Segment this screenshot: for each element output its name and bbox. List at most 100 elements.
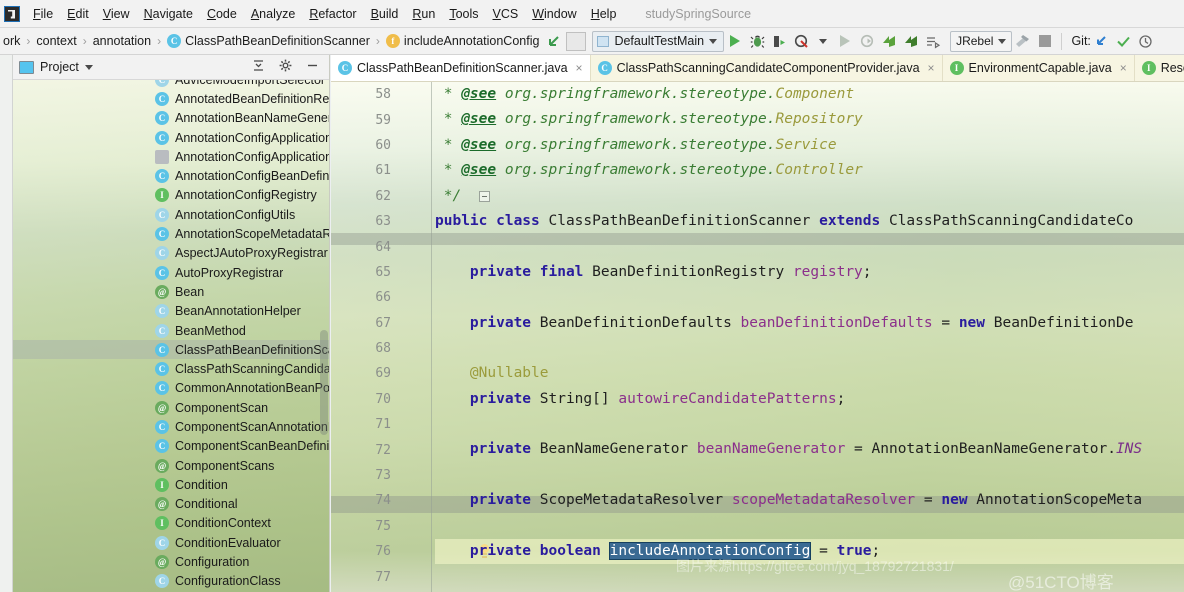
menu-item-refactor[interactable]: Refactor — [302, 3, 363, 25]
menu-item-tools[interactable]: Tools — [442, 3, 485, 25]
menu-item-file[interactable]: File — [26, 3, 60, 25]
tree-item[interactable]: C ClassPathBeanDefinitionScann — [13, 340, 329, 360]
tree-item[interactable]: C AnnotationBeanNameGenerat — [13, 109, 329, 128]
breadcrumb-item-4[interactable]: f includeAnnotationConfig — [383, 33, 543, 49]
code-line[interactable] — [435, 285, 1184, 310]
tree-item[interactable]: C AnnotationConfigApplicationC — [13, 128, 329, 147]
code-editor[interactable]: 58 59 60 61 62 63 64 65 66 67 68 69 70 71 72 73 74 75 76 77… — [331, 82, 1184, 592]
code-content[interactable]: * @see org.springframework.stereotype.Co… — [435, 82, 1184, 592]
tree-item[interactable]: I Condition — [13, 475, 329, 494]
menu-item-run[interactable]: Run — [405, 3, 442, 25]
tree-item[interactable]: C ClassPathScanningCandidateC — [13, 359, 329, 378]
profile-dropdown[interactable] — [812, 30, 834, 52]
menu-item-code[interactable]: Code — [200, 3, 244, 25]
code-line[interactable] — [435, 412, 1184, 437]
run-with-coverage-button[interactable] — [768, 30, 790, 52]
stop-icon[interactable] — [1034, 30, 1056, 52]
jrebel-run-button[interactable] — [878, 30, 900, 52]
tree-item[interactable]: C ConfigurationClass — [13, 572, 329, 591]
editor-tab[interactable]: C ClassPathBeanDefinitionScanner.java × — [331, 55, 591, 81]
tree-item[interactable]: @ ComponentScans — [13, 456, 329, 475]
code-line[interactable]: private final BeanDefinitionRegistry reg… — [435, 260, 1184, 285]
debug-button[interactable] — [746, 30, 768, 52]
hammer-icon[interactable] — [1012, 30, 1034, 52]
jrebel-selector[interactable]: JRebel — [950, 30, 1013, 52]
code-line[interactable]: * @see org.springframework.stereotype.Co… — [435, 158, 1184, 183]
breadcrumb-item-0[interactable]: ork — [0, 33, 23, 49]
jrebel-debug-button[interactable] — [900, 30, 922, 52]
code-line[interactable] — [435, 564, 1184, 589]
coverage-dim-button[interactable] — [856, 30, 878, 52]
code-line[interactable] — [435, 336, 1184, 361]
menu-item-window[interactable]: Window — [525, 3, 583, 25]
tree-item[interactable]: AnnotationConfigApplicationC — [13, 147, 329, 166]
tree-item[interactable]: C AdviceModeImportSelector — [13, 80, 329, 89]
history-clock-icon[interactable] — [1135, 30, 1157, 52]
minimize-icon[interactable] — [302, 59, 323, 75]
menu-item-navigate[interactable]: Navigate — [137, 3, 200, 25]
code-line[interactable]: private ScopeMetadataResolver scopeMetad… — [435, 488, 1184, 513]
code-line[interactable]: @Nullable — [435, 361, 1184, 386]
chevron-down-icon[interactable] — [84, 64, 93, 70]
code-line[interactable]: private boolean includeAnnotationConfig … — [435, 539, 1184, 565]
code-line[interactable] — [435, 234, 1184, 259]
tree-item[interactable]: C BeanAnnotationHelper — [13, 302, 329, 321]
breadcrumb-item-3[interactable]: C ClassPathBeanDefinitionScanner — [164, 33, 373, 49]
attach-icon[interactable] — [922, 30, 944, 52]
tree-item[interactable]: @ ComponentScan — [13, 398, 329, 417]
menu-item-view[interactable]: View — [96, 3, 137, 25]
run-button[interactable] — [724, 30, 746, 52]
profile-button[interactable] — [790, 30, 812, 52]
menu-item-edit[interactable]: Edit — [60, 3, 96, 25]
project-tree-scrollbar[interactable] — [320, 330, 328, 435]
code-line[interactable]: private BeanNameGenerator beanNameGenera… — [435, 437, 1184, 462]
tree-item[interactable]: C AnnotationScopeMetadataRes — [13, 224, 329, 243]
menu-item-vcs[interactable]: VCS — [486, 3, 526, 25]
tree-item[interactable]: C ComponentScanAnnotationPa — [13, 417, 329, 436]
editor-tab[interactable]: I Resourc — [1134, 55, 1184, 81]
back-arrow-icon[interactable] — [542, 30, 564, 52]
code-line[interactable] — [435, 463, 1184, 488]
tree-item[interactable]: C CommonAnnotationBeanPostF — [13, 379, 329, 398]
code-line[interactable]: * @see org.springframework.stereotype.Co… — [435, 82, 1184, 107]
tree-item[interactable]: C BeanMethod — [13, 321, 329, 340]
editor-tab[interactable]: I EnvironmentCapable.java × — [942, 55, 1135, 81]
tree-item[interactable]: C ConditionEvaluator — [13, 533, 329, 552]
tree-item[interactable]: C AnnotatedBeanDefinitionRead — [13, 89, 329, 108]
collapse-all-icon[interactable] — [248, 59, 269, 75]
breadcrumb-item-1[interactable]: context — [33, 33, 79, 49]
code-line[interactable]: * @see org.springframework.stereotype.Se… — [435, 133, 1184, 158]
code-line[interactable]: private String[] autowireCandidatePatter… — [435, 387, 1184, 412]
tree-item[interactable]: C ComponentScanBeanDefinitio — [13, 437, 329, 456]
close-icon[interactable]: × — [576, 61, 583, 75]
project-tree[interactable]: C AdviceModeImportSelector C AnnotatedBeanD… — [13, 80, 329, 592]
code-line[interactable]: */ — [435, 184, 1184, 209]
update-project-icon[interactable] — [1091, 30, 1113, 52]
tree-item[interactable]: @ Conditional — [13, 495, 329, 514]
code-line[interactable]: * @see org.springframework.stereotype.Re… — [435, 107, 1184, 132]
tree-item[interactable]: I AnnotationConfigRegistry — [13, 186, 329, 205]
tree-item[interactable]: C AutoProxyRegistrar — [13, 263, 329, 282]
gutter-icon-column[interactable] — [403, 82, 490, 592]
toolbar-placeholder-box[interactable] — [566, 31, 587, 51]
editor-tab[interactable]: C ClassPathScanningCandidateComponentProv… — [590, 55, 943, 81]
code-line[interactable]: public class ClassPathBeanDefinitionScan… — [435, 209, 1184, 234]
tree-item[interactable]: C AspectJAutoProxyRegistrar — [13, 244, 329, 263]
close-icon[interactable]: × — [928, 61, 935, 75]
tree-item[interactable]: @ Configuration — [13, 552, 329, 571]
tree-item[interactable]: C AnnotationConfigUtils — [13, 205, 329, 224]
run-configuration-selector[interactable]: DefaultTestMain — [592, 30, 725, 52]
gear-icon[interactable] — [275, 59, 296, 75]
close-icon[interactable]: × — [1120, 61, 1127, 75]
left-tool-strip[interactable] — [0, 55, 13, 592]
commit-checkmark-icon[interactable] — [1113, 30, 1135, 52]
code-line[interactable] — [435, 514, 1184, 539]
run-dim-button[interactable] — [834, 30, 856, 52]
menu-item-build[interactable]: Build — [364, 3, 406, 25]
menu-item-help[interactable]: Help — [584, 3, 624, 25]
menu-item-analyze[interactable]: Analyze — [244, 3, 302, 25]
code-line[interactable]: private BeanDefinitionDefaults beanDefin… — [435, 311, 1184, 336]
breadcrumb-item-2[interactable]: annotation — [90, 33, 154, 49]
tree-item[interactable]: @ Bean — [13, 282, 329, 301]
tree-item[interactable]: C AnnotationConfigBeanDefinitio — [13, 166, 329, 185]
